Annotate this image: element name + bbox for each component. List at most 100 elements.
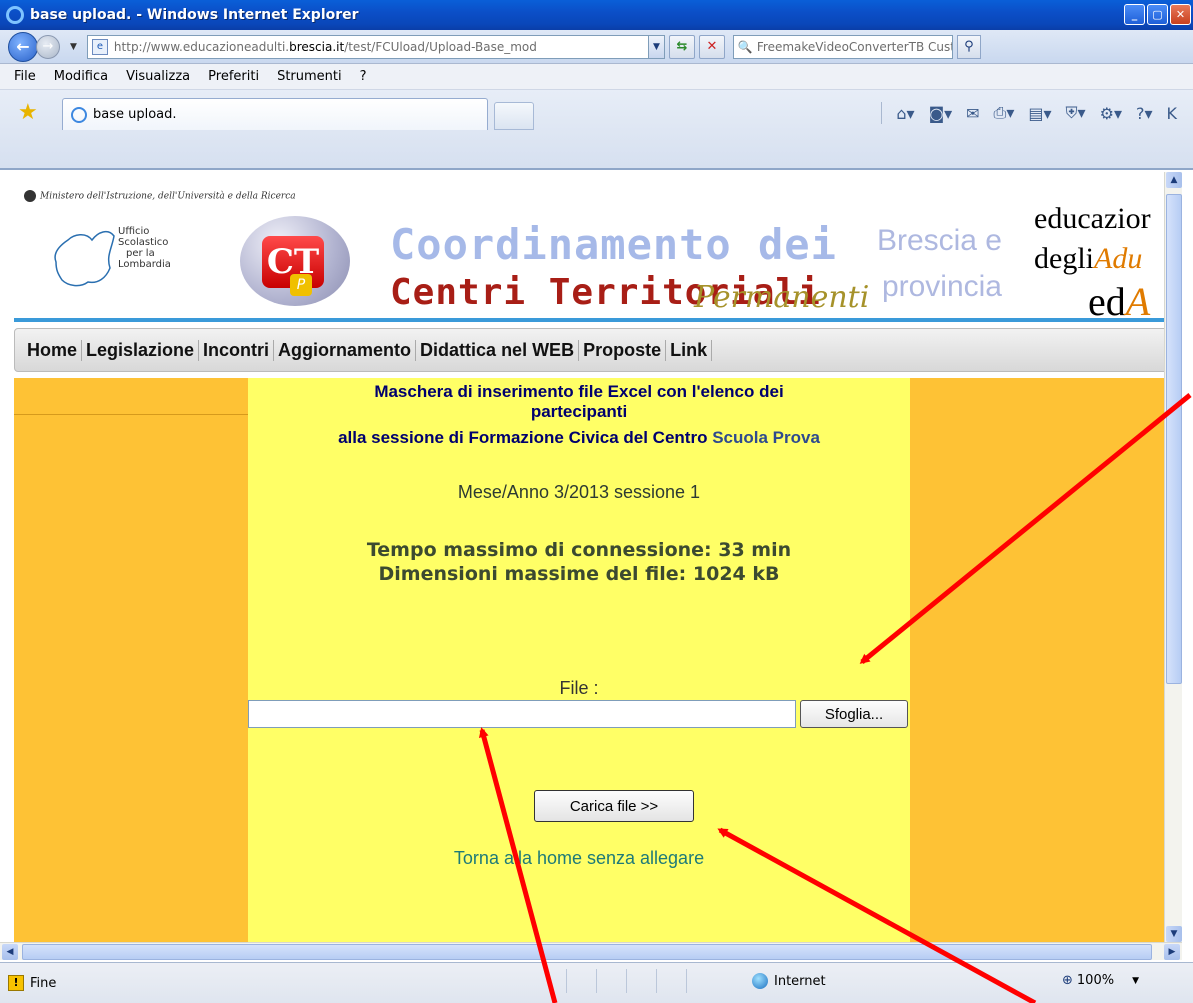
site-title-line1: Coordinamento dei (390, 220, 837, 269)
status-pane (596, 969, 626, 993)
eda-line1: educazior (1034, 202, 1151, 235)
page-icon: e (91, 38, 108, 55)
office-line: per la (126, 248, 155, 259)
minimize-button[interactable]: _ (1124, 4, 1145, 25)
zoom-control[interactable]: ⊕ 100% ▼ (1062, 973, 1139, 988)
ministry-text: Ministero dell'Istruzione, dell'Universi… (40, 191, 296, 202)
feeds-icon[interactable]: ◙▾ (929, 104, 953, 123)
home-icon[interactable]: ⌂▾ (896, 104, 914, 123)
header-divider (14, 318, 1178, 322)
scroll-down-icon[interactable]: ▼ (1166, 926, 1182, 942)
scroll-left-icon[interactable]: ◀ (2, 944, 18, 960)
stop-button[interactable]: ✕ (698, 34, 725, 59)
zoom-dropdown-icon[interactable]: ▼ (1132, 976, 1139, 986)
eda-line2: degliAdu (1034, 242, 1142, 276)
left-sidebar (14, 378, 248, 942)
arrow-right-icon: → (42, 39, 54, 54)
region-label: Brescia e provincia (852, 218, 1002, 310)
command-bar: ⌂▾ ◙▾ ✉ ⎙▾ ▤▾ ⛨▾ ⚙▾ ?▾ K (881, 102, 1177, 124)
search-provider-icon: 🔍 (737, 39, 753, 54)
ctp-logo: CT P (240, 216, 350, 306)
new-tab-button[interactable] (494, 102, 534, 130)
horizontal-scrollbar[interactable]: ◀ ▶ (0, 942, 1182, 960)
menu-help[interactable]: ? (360, 69, 367, 84)
page-viewport: Ministero dell'Istruzione, dell'Universi… (14, 172, 1178, 942)
refresh-button[interactable]: ⇆ (668, 34, 695, 59)
nav-aggiornamento[interactable]: Aggiornamento (274, 339, 417, 361)
menu-preferiti[interactable]: Preferiti (208, 69, 259, 84)
vertical-scrollbar[interactable]: ▲ ▼ (1164, 172, 1182, 942)
window-title: base upload. - Windows Internet Explorer (30, 7, 359, 23)
site-header: Ministero dell'Istruzione, dell'Universi… (14, 178, 1178, 324)
favorites-star-icon[interactable]: ★ (18, 102, 40, 124)
address-dropdown[interactable]: ▼ (647, 35, 664, 58)
close-button[interactable]: ✕ (1170, 4, 1191, 25)
max-size-text: Dimensioni massime del file: 1024 kB (378, 563, 780, 585)
region-line: provincia (881, 270, 1002, 303)
internet-explorer-icon (6, 6, 24, 24)
url-suffix: /test/FCUload/Upload-Base_mod (344, 39, 537, 54)
nav-proposte[interactable]: Proposte (579, 339, 667, 361)
recent-pages-dropdown[interactable]: ▼ (70, 42, 77, 52)
forward-button[interactable]: → (36, 34, 60, 59)
eda-line2-italic: Adu (1094, 242, 1143, 275)
upload-file-button[interactable]: Carica file >> (534, 790, 694, 822)
search-button[interactable]: ⚲ (956, 34, 981, 59)
session-period: Mese/Anno 3/2013 sessione 1 (457, 482, 701, 502)
arrow-left-icon: ← (16, 37, 30, 56)
help-icon[interactable]: ?▾ (1136, 104, 1153, 123)
search-input[interactable]: 🔍 FreemakeVideoConverterTB Customized We… (732, 34, 953, 59)
tab-bar: ★ base upload. ⌂▾ ◙▾ ✉ ⎙▾ ▤▾ ⛨▾ ⚙▾ ?▾ K (0, 90, 1193, 170)
scroll-up-icon[interactable]: ▲ (1166, 172, 1182, 188)
tools-gear-icon[interactable]: ⚙▾ (1100, 104, 1122, 123)
maximize-button[interactable]: ▢ (1147, 4, 1168, 25)
nav-incontri[interactable]: Incontri (199, 339, 275, 361)
file-path-input[interactable] (248, 700, 796, 728)
ctp-logo-p: P (290, 274, 312, 296)
print-icon[interactable]: ⎙▾ (994, 103, 1015, 123)
tab-base-upload[interactable]: base upload. (62, 98, 488, 130)
warning-icon: ! (8, 975, 24, 991)
form-heading-line3: alla sessione di Formazione Civica del C… (248, 428, 910, 448)
zone-text: Internet (774, 973, 826, 989)
status-pane (626, 969, 656, 993)
ministry-label: Ministero dell'Istruzione, dell'Universi… (24, 190, 296, 202)
file-label: File : (559, 678, 599, 698)
refresh-icon: ⇆ (676, 39, 688, 54)
status-text: Fine (30, 975, 57, 991)
ie-page-icon (71, 106, 87, 123)
globe-icon (752, 973, 768, 989)
back-button[interactable]: ← (8, 31, 38, 62)
security-zone: Internet (752, 973, 826, 989)
menu-strumenti[interactable]: Strumenti (277, 69, 342, 84)
nav-legislazione[interactable]: Legislazione (82, 339, 200, 361)
form-heading-line1: Maschera di inserimento file Excel con l… (374, 382, 784, 401)
scroll-right-icon[interactable]: ▶ (1164, 944, 1180, 960)
url-prefix: http://www.educazioneadulti. (113, 39, 290, 54)
safety-icon[interactable]: ⛨▾ (1066, 103, 1086, 123)
nav-link[interactable]: Link (666, 339, 713, 361)
form-heading-text: alla sessione di Formazione Civica del C… (338, 428, 708, 447)
page-menu-icon[interactable]: ▤▾ (1028, 104, 1051, 123)
address-toolbar: ← → ▼ e http://www.educazioneadulti. bres… (0, 30, 1193, 64)
vertical-scroll-thumb[interactable] (1166, 194, 1182, 684)
nav-home[interactable]: Home (23, 339, 83, 361)
divider (881, 102, 883, 124)
office-line: Ufficio (118, 226, 150, 237)
menu-visualizza[interactable]: Visualizza (126, 69, 190, 84)
address-input[interactable]: e http://www.educazioneadulti. brescia.it… (86, 34, 665, 59)
back-home-link[interactable]: Torna alla home senza allegare (248, 848, 910, 869)
menu-modifica[interactable]: Modifica (54, 69, 108, 84)
research-icon[interactable]: K (1167, 104, 1178, 123)
region-line: Brescia e (876, 224, 1002, 257)
horizontal-scroll-thumb[interactable] (22, 944, 1152, 960)
school-name: Scuola Prova (712, 428, 820, 447)
office-line: Lombardia (118, 259, 171, 270)
status-pane (566, 969, 596, 993)
nav-didattica[interactable]: Didattica nel WEB (416, 339, 580, 361)
browse-button[interactable]: Sfoglia... (800, 700, 908, 728)
mail-icon[interactable]: ✉ (966, 104, 979, 123)
zoom-level: 100% (1076, 973, 1115, 988)
republic-emblem-icon (24, 190, 36, 202)
menu-file[interactable]: File (14, 69, 36, 84)
